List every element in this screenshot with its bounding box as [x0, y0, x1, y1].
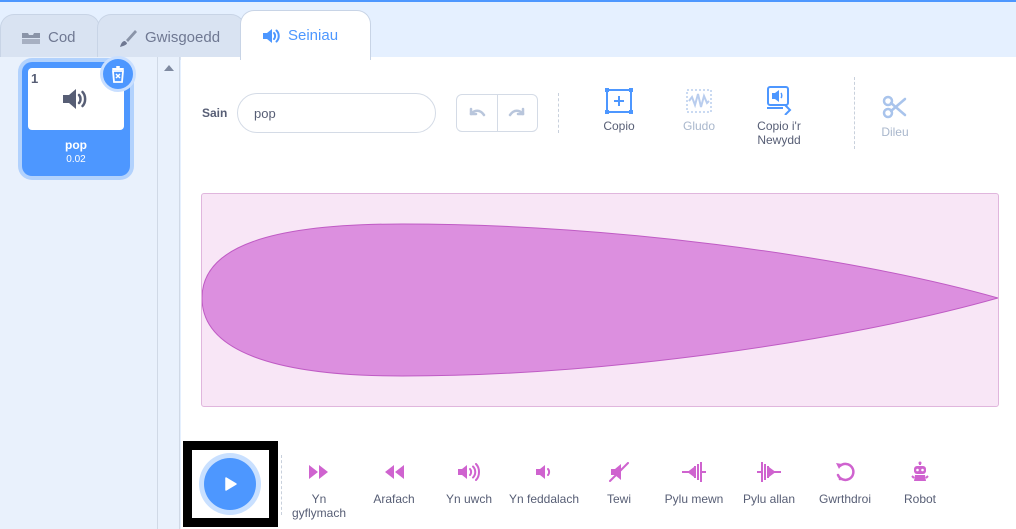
- undo-redo-group: [456, 94, 538, 132]
- code-blocks-icon: [22, 32, 40, 44]
- scissors-icon: [882, 95, 907, 119]
- waveform-shape: [201, 223, 1000, 377]
- paste-label: Gludo: [682, 119, 716, 133]
- effect-fade-out-label: Pylu allan: [742, 492, 796, 506]
- copy-to-new-button[interactable]: Copio i'r Newydd: [739, 83, 819, 147]
- sound-duration: 0.02: [66, 154, 86, 165]
- effect-slower-button[interactable]: Arafach: [354, 461, 434, 506]
- paste-button[interactable]: Gludo: [659, 83, 739, 133]
- sound-name-input[interactable]: [237, 93, 436, 133]
- effect-louder-button[interactable]: Yn uwch: [429, 461, 509, 506]
- effect-reverse-label: Gwrthdroi: [818, 492, 871, 506]
- effect-robot-button[interactable]: Robot: [880, 461, 960, 506]
- play-button[interactable]: [204, 458, 256, 510]
- tab-sounds[interactable]: Seiniau: [240, 10, 371, 60]
- fade-in-icon: [682, 462, 706, 482]
- effect-fade-in-button[interactable]: Pylu mewn: [654, 461, 734, 506]
- sound-name-label: Sain: [202, 106, 228, 120]
- tab-sounds-label: Seiniau: [288, 27, 339, 44]
- effect-faster-label: Yn gyflymach: [291, 492, 347, 520]
- copy-label: Copio: [603, 119, 635, 133]
- paste-icon: [686, 89, 712, 113]
- redo-icon: [509, 107, 525, 117]
- brush-icon: [120, 29, 137, 47]
- tab-bar: Cod Gwisgoedd Seiniau: [0, 0, 1016, 60]
- toolbar-divider: [558, 93, 559, 133]
- slower-icon: [385, 465, 404, 479]
- tab-code[interactable]: Cod: [0, 14, 100, 60]
- speaker-icon: [263, 28, 280, 43]
- effect-robot-label: Robot: [903, 492, 937, 506]
- tab-costumes-label: Gwisgoedd: [145, 29, 221, 46]
- mute-icon: [609, 462, 629, 482]
- delete-label: Dileu: [881, 125, 909, 139]
- delete-sound-button[interactable]: [100, 56, 136, 92]
- sound-list: 1 pop 0.02: [0, 56, 158, 529]
- robot-icon: [911, 461, 929, 481]
- effect-louder-label: Yn uwch: [445, 492, 493, 506]
- effect-mute-button[interactable]: Tewi: [579, 461, 659, 506]
- reverse-icon: [836, 462, 855, 482]
- effect-fade-out-button[interactable]: Pylu allan: [729, 461, 809, 506]
- copy-to-new-icon: [767, 86, 792, 115]
- sound-number: 1: [31, 71, 39, 86]
- effect-slower-label: Arafach: [373, 492, 415, 506]
- undo-button[interactable]: [457, 95, 497, 131]
- copy-to-new-label: Copio i'r Newydd: [757, 119, 801, 147]
- effect-softer-button[interactable]: Yn feddalach: [504, 461, 584, 506]
- tab-code-label: Cod: [48, 29, 76, 46]
- waveform-canvas[interactable]: [201, 193, 1000, 407]
- waveform: [201, 223, 1000, 377]
- sound-name: pop: [65, 138, 87, 152]
- trash-icon: [112, 66, 124, 83]
- fade-out-icon: [757, 462, 781, 482]
- undo-icon: [469, 107, 486, 117]
- sound-editor: Sain Copio: [181, 57, 1016, 529]
- copy-button[interactable]: Copio: [579, 83, 659, 133]
- faster-icon: [309, 465, 328, 479]
- effect-mute-label: Tewi: [606, 492, 631, 506]
- effect-reverse-button[interactable]: Gwrthdroi: [805, 461, 885, 506]
- play-icon: [225, 477, 237, 491]
- effect-fade-in-label: Pylu mewn: [664, 492, 724, 506]
- sound-list-item[interactable]: 1 pop 0.02: [22, 56, 136, 176]
- copy-icon: [605, 88, 633, 114]
- effect-softer-label: Yn feddalach: [508, 492, 580, 506]
- speaker-icon: [63, 89, 87, 109]
- softer-icon: [536, 465, 551, 479]
- scroll-up-arrow-icon[interactable]: [164, 65, 174, 71]
- sound-list-scrollbar[interactable]: [158, 57, 180, 529]
- redo-button[interactable]: [496, 95, 537, 131]
- tab-costumes[interactable]: Gwisgoedd: [97, 14, 245, 60]
- play-button-highlight: [183, 441, 278, 527]
- louder-icon: [458, 463, 480, 481]
- delete-button[interactable]: Dileu: [855, 89, 935, 139]
- effect-faster-button[interactable]: Yn gyflymach: [279, 461, 359, 520]
